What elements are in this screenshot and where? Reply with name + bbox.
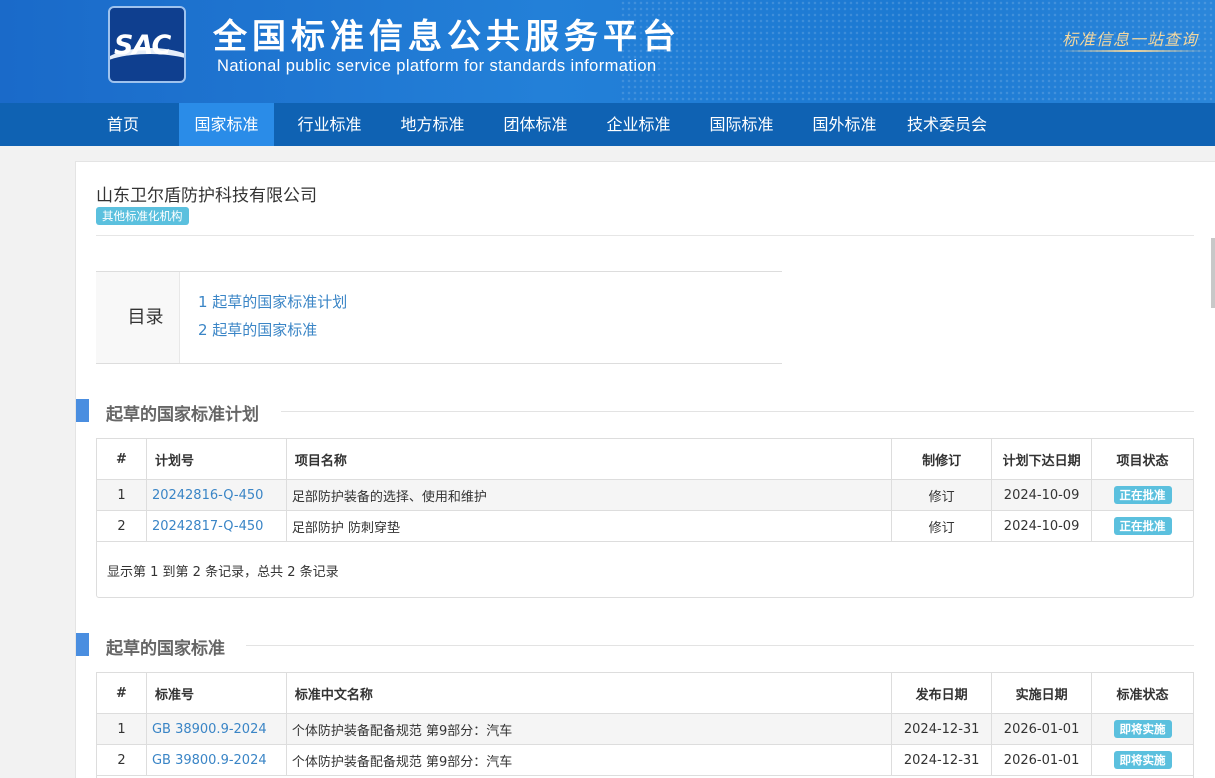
nav-item-enterprise-standards[interactable]: 企业标准 (591, 103, 686, 146)
standard-code-link[interactable]: GB 39800.9-2024 (152, 753, 267, 768)
col-header-implement-date[interactable]: 实施日期 (991, 672, 1093, 714)
toc-label: 目录 (96, 272, 180, 363)
cell-type: 修订 (891, 479, 993, 511)
col-header-project-name[interactable]: 项目名称 (285, 438, 893, 480)
section-divider (246, 645, 1194, 646)
logo-text: SAC (114, 30, 171, 61)
nav-item-home[interactable]: 首页 (88, 103, 158, 146)
table-of-contents: 目录 1 起草的国家标准计划 2 起草的国家标准 (96, 271, 782, 364)
col-header-standard-status[interactable]: 标准状态 (1091, 672, 1194, 714)
org-name: 山东卫尔盾防护科技有限公司 (96, 186, 317, 206)
nav-item-national-standards[interactable]: 国家标准 (179, 103, 274, 146)
col-header-standard-no[interactable]: 标准号 (145, 672, 287, 714)
table-row[interactable]: 2 GB 39800.9-2024 个体防护装备配备规范 第9部分：汽车 202… (96, 744, 1194, 776)
cell-standard-name: 个体防护装备配备规范 第9部分：汽车 (285, 744, 893, 776)
toc-link-standards[interactable]: 2 起草的国家标准 (198, 319, 317, 340)
divider (96, 235, 1194, 236)
plan-code-link[interactable]: 20242817-Q-450 (152, 519, 263, 534)
col-header-plan-date[interactable]: 计划下达日期 (991, 438, 1093, 480)
nav-item-local-standards[interactable]: 地方标准 (385, 103, 480, 146)
cell-type: 修订 (891, 510, 993, 542)
nav-item-international-standards[interactable]: 国际标准 (694, 103, 789, 146)
cell-date: 2024-10-09 (991, 479, 1093, 511)
page-scrollbar-thumb[interactable] (1211, 238, 1215, 308)
pagination-info: 显示第 1 到第 2 条记录，总共 2 条记录 (107, 565, 339, 580)
col-header-index: # (96, 438, 147, 480)
cell-standard-name: 个体防护装备配备规范 第9部分：汽车 (285, 713, 893, 745)
nav-item-technical-committees[interactable]: 技术委员会 (897, 103, 997, 146)
standard-code-link[interactable]: GB 38900.9-2024 (152, 722, 267, 737)
table-header-row: # 计划号 项目名称 制修订 计划下达日期 项目状态 (96, 438, 1194, 480)
standards-table: # 标准号 标准中文名称 发布日期 实施日期 标准状态 1 GB 38900.9… (96, 672, 1194, 776)
cell-publish-date: 2024-12-31 (891, 744, 993, 776)
cell-index: 1 (96, 713, 147, 745)
section-marker (76, 633, 89, 656)
nav-item-industry-standards[interactable]: 行业标准 (282, 103, 377, 146)
col-header-type[interactable]: 制修订 (891, 438, 993, 480)
nav-item-group-standards[interactable]: 团体标准 (488, 103, 583, 146)
main-nav: 首页 国家标准 行业标准 地方标准 团体标准 企业标准 国际标准 国外标准 技术… (0, 103, 1215, 146)
section-title-plans: 起草的国家标准计划 (106, 405, 259, 425)
table-row[interactable]: 1 20242816-Q-450 足部防护装备的选择、使用和维护 修订 2024… (96, 479, 1194, 511)
sac-logo[interactable]: SAC (108, 6, 186, 83)
status-badge: 正在批准 (1113, 517, 1172, 535)
cell-implement-date: 2026-01-01 (991, 744, 1093, 776)
cell-index: 2 (96, 744, 147, 776)
col-header-publish-date[interactable]: 发布日期 (891, 672, 993, 714)
table-header-row: # 标准号 标准中文名称 发布日期 实施日期 标准状态 (96, 672, 1194, 714)
section-divider (281, 411, 1194, 412)
status-badge: 即将实施 (1113, 720, 1172, 738)
nav-item-foreign-standards[interactable]: 国外标准 (797, 103, 892, 146)
toc-link-plans[interactable]: 1 起草的国家标准计划 (198, 291, 347, 312)
status-badge: 正在批准 (1113, 486, 1172, 504)
cell-date: 2024-10-09 (991, 510, 1093, 542)
cell-index: 1 (96, 479, 147, 511)
slogan-underline (1058, 50, 1208, 52)
content-panel: 山东卫尔盾防护科技有限公司 其他标准化机构 目录 1 起草的国家标准计划 2 起… (75, 161, 1215, 778)
plan-code-link[interactable]: 20242816-Q-450 (152, 488, 263, 503)
status-badge: 即将实施 (1113, 751, 1172, 769)
plans-table: # 计划号 项目名称 制修订 计划下达日期 项目状态 1 20242816-Q-… (96, 438, 1194, 542)
section-marker (76, 399, 89, 422)
col-header-plan-no[interactable]: 计划号 (145, 438, 287, 480)
col-header-index: # (96, 672, 147, 714)
cell-project-name: 足部防护 防刺穿垫 (285, 510, 893, 542)
org-type-badge: 其他标准化机构 (96, 207, 189, 225)
cell-index: 2 (96, 510, 147, 542)
table-row[interactable]: 2 20242817-Q-450 足部防护 防刺穿垫 修订 2024-10-09… (96, 510, 1194, 542)
cell-project-name: 足部防护装备的选择、使用和维护 (285, 479, 893, 511)
section-title-standards: 起草的国家标准 (106, 639, 225, 659)
site-title-cn: 全国标准信息公共服务平台 (213, 17, 681, 57)
header-slogan: 标准信息一站查询 (1062, 30, 1199, 49)
site-title-en: National public service platform for sta… (217, 57, 657, 75)
cell-implement-date: 2026-01-01 (991, 713, 1093, 745)
col-header-project-status[interactable]: 项目状态 (1091, 438, 1194, 480)
table-row[interactable]: 1 GB 38900.9-2024 个体防护装备配备规范 第9部分：汽车 202… (96, 713, 1194, 745)
col-header-standard-name[interactable]: 标准中文名称 (285, 672, 893, 714)
site-header: SAC 全国标准信息公共服务平台 National public service… (0, 0, 1215, 103)
cell-publish-date: 2024-12-31 (891, 713, 993, 745)
